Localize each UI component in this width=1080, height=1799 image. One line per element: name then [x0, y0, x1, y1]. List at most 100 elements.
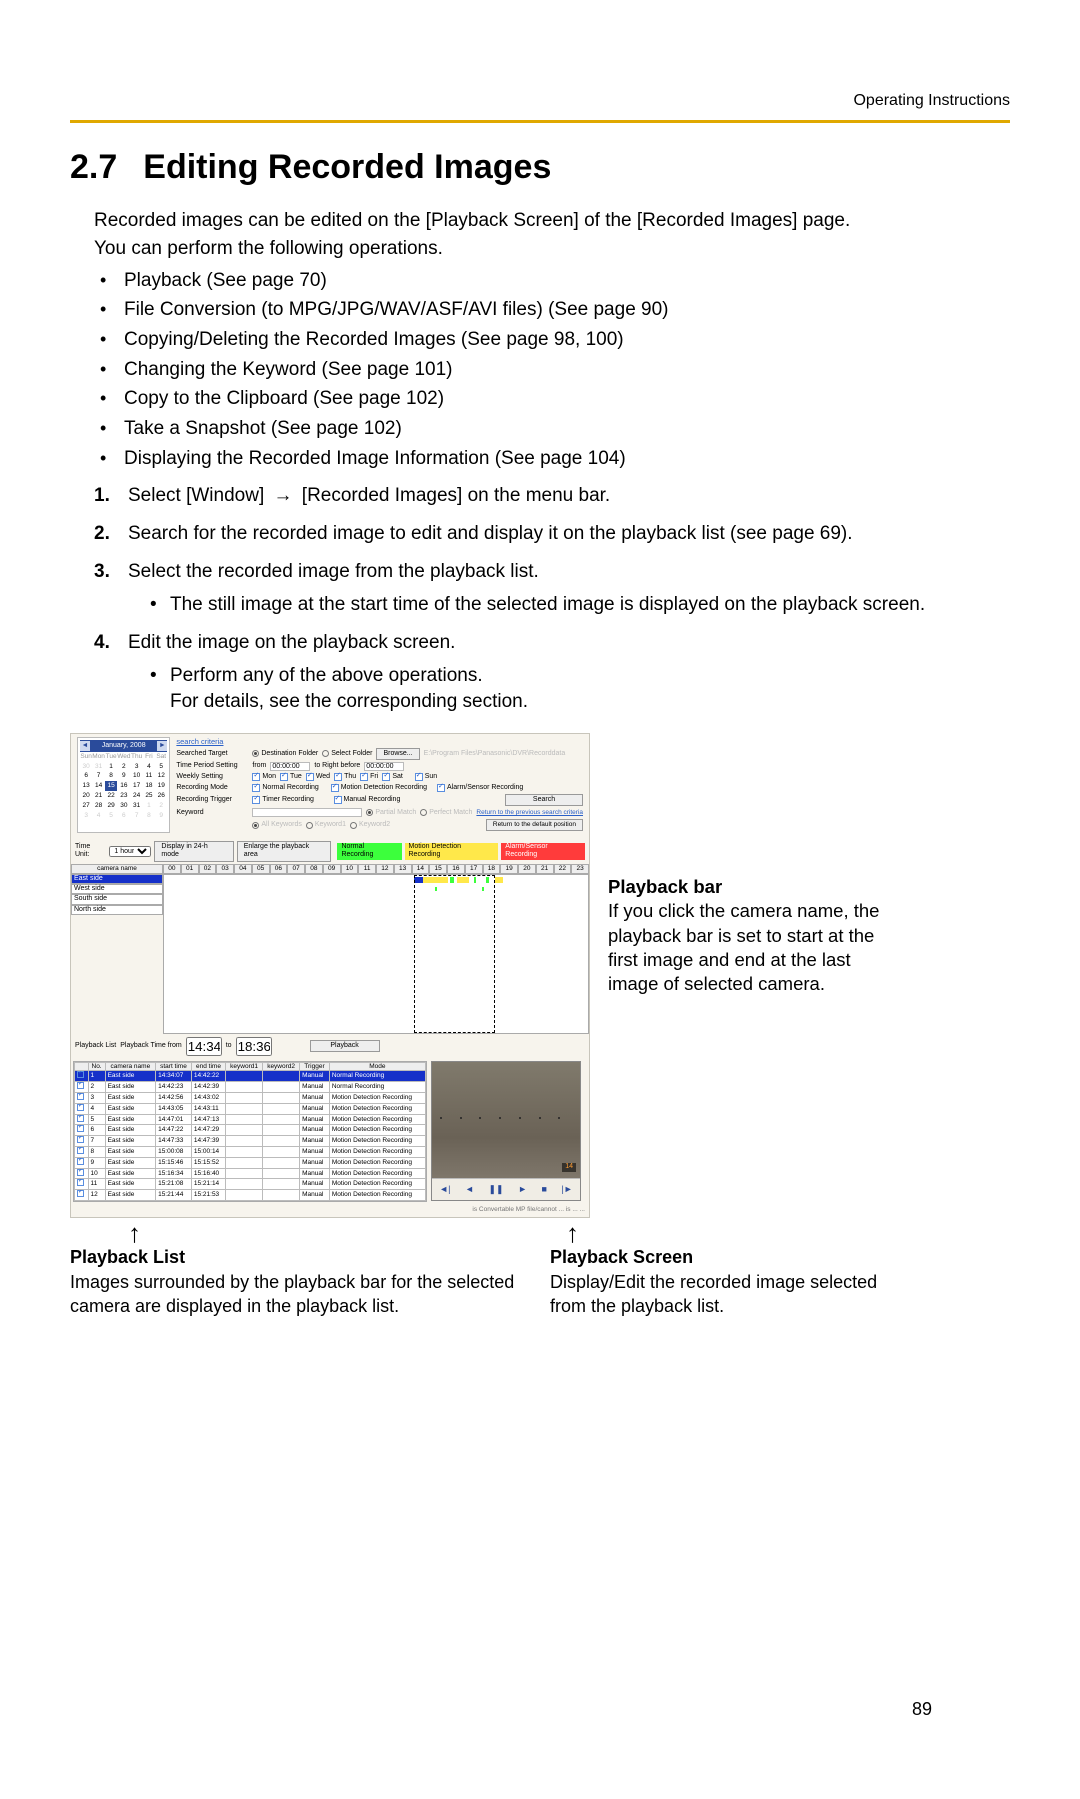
table-cell: 4: [88, 1103, 105, 1114]
hour-col: 13: [394, 864, 412, 874]
return-prev-link[interactable]: Return to the previous search criteria: [476, 809, 583, 817]
table-cell: Motion Detection Recording: [329, 1147, 425, 1158]
table-cell: [263, 1168, 300, 1179]
keyword1-radio[interactable]: Keyword1: [306, 821, 346, 829]
row-checkbox[interactable]: ✓: [75, 1071, 89, 1082]
browse-button[interactable]: Browse...: [376, 748, 419, 760]
enlarge-playback-button[interactable]: Enlarge the playback area: [237, 841, 332, 862]
day-wed-checkbox[interactable]: Wed: [306, 773, 330, 781]
partial-match-radio[interactable]: Partial Match: [366, 809, 416, 817]
motion-rec-checkbox[interactable]: Motion Detection Recording: [331, 784, 427, 792]
camera-item[interactable]: South side: [71, 894, 163, 904]
playback-button[interactable]: Playback: [310, 1040, 380, 1052]
normal-rec-checkbox[interactable]: Normal Recording: [252, 784, 318, 792]
time-from-input[interactable]: [270, 762, 310, 771]
row-checkbox[interactable]: ✓: [75, 1168, 89, 1179]
table-header[interactable]: [75, 1062, 89, 1071]
row-checkbox[interactable]: ✓: [75, 1125, 89, 1136]
select-folder-radio[interactable]: Select Folder: [322, 750, 372, 758]
manual-rec-checkbox[interactable]: Manual Recording: [334, 796, 401, 804]
play-icon[interactable]: ►: [518, 1184, 527, 1195]
table-cell: [263, 1125, 300, 1136]
table-row[interactable]: ✓11East side15:21:0815:21:14ManualMotion…: [75, 1179, 426, 1190]
table-row[interactable]: ✓1East side14:34:0714:42:22ManualNormal …: [75, 1071, 426, 1082]
pause-icon[interactable]: ❚❚: [488, 1184, 503, 1195]
prev-frame-icon[interactable]: ◄|: [439, 1184, 450, 1195]
table-row[interactable]: ✓9East side15:15:4615:15:52ManualMotion …: [75, 1157, 426, 1168]
hour-col: 20: [518, 864, 536, 874]
calendar-grid[interactable]: Sun Mon Tue Wed Thu Fri Sat 303112345 67…: [80, 752, 167, 821]
keyword2-radio[interactable]: Keyword2: [350, 821, 390, 829]
day-sun-checkbox[interactable]: Sun: [415, 773, 437, 781]
time-to-input[interactable]: [364, 762, 404, 771]
table-row[interactable]: ✓6East side14:47:2214:47:29ManualMotion …: [75, 1125, 426, 1136]
table-row[interactable]: ✓8East side15:00:0815:00:14ManualMotion …: [75, 1147, 426, 1158]
legend-alarm: Alarm/Sensor Recording: [501, 843, 585, 860]
timeline-panel[interactable]: camera name 0001020304050607080910111213…: [71, 864, 589, 1034]
perfect-match-radio[interactable]: Perfect Match: [420, 809, 472, 817]
table-header[interactable]: Trigger: [300, 1062, 330, 1071]
calendar-panel[interactable]: ◄ January, 2008 ► Sun Mon Tue Wed Thu Fr…: [77, 737, 170, 833]
playback-screen-thumbnail[interactable]: 14 ◄| ◄ ❚❚ ► ■ |►: [431, 1061, 581, 1201]
stop-icon[interactable]: ■: [542, 1184, 547, 1195]
timer-rec-checkbox[interactable]: Timer Recording: [252, 796, 313, 804]
display-24h-button[interactable]: Display in 24-h mode: [154, 841, 233, 862]
row-checkbox[interactable]: ✓: [75, 1147, 89, 1158]
hour-col: 00: [163, 864, 181, 874]
table-header[interactable]: end time: [191, 1062, 225, 1071]
dest-folder-radio[interactable]: Destination Folder: [252, 750, 318, 758]
legend-normal: Normal Recording: [337, 843, 401, 860]
row-checkbox[interactable]: ✓: [75, 1103, 89, 1114]
table-row[interactable]: ✓10East side15:16:3415:16:40ManualMotion…: [75, 1168, 426, 1179]
row-checkbox[interactable]: ✓: [75, 1157, 89, 1168]
table-cell: [226, 1147, 263, 1158]
table-row[interactable]: ✓7East side14:47:3314:47:39ManualMotion …: [75, 1136, 426, 1147]
playback-from-input[interactable]: [186, 1037, 222, 1056]
day-mon-checkbox[interactable]: Mon: [252, 773, 276, 781]
day-tue-checkbox[interactable]: Tue: [280, 773, 302, 781]
row-checkbox[interactable]: ✓: [75, 1082, 89, 1093]
playback-list-table[interactable]: No.camera namestart timeend timekeyword1…: [73, 1061, 427, 1202]
keyword-input[interactable]: [252, 808, 362, 817]
camera-item[interactable]: West side: [71, 884, 163, 894]
cal-next-icon[interactable]: ►: [157, 741, 167, 751]
table-row[interactable]: ✓3East side14:42:5614:43:02ManualMotion …: [75, 1093, 426, 1104]
table-row[interactable]: ✓5East side14:47:0114:47:13ManualMotion …: [75, 1114, 426, 1125]
camera-item[interactable]: East side: [71, 874, 163, 884]
cal-prev-icon[interactable]: ◄: [80, 741, 90, 751]
alarm-rec-checkbox[interactable]: Alarm/Sensor Recording: [437, 784, 523, 792]
all-keywords-radio[interactable]: All Keywords: [252, 821, 301, 829]
row-checkbox[interactable]: ✓: [75, 1114, 89, 1125]
table-cell: East side: [105, 1082, 155, 1093]
table-cell: [226, 1125, 263, 1136]
table-header[interactable]: No.: [88, 1062, 105, 1071]
table-row[interactable]: ✓4East side14:43:0514:43:11ManualMotion …: [75, 1103, 426, 1114]
thumb-player-controls[interactable]: ◄| ◄ ❚❚ ► ■ |►: [432, 1178, 580, 1200]
table-header[interactable]: start time: [156, 1062, 192, 1071]
day-fri-checkbox[interactable]: Fri: [360, 773, 378, 781]
table-cell: Motion Detection Recording: [329, 1125, 425, 1136]
day-thu-checkbox[interactable]: Thu: [334, 773, 356, 781]
table-header[interactable]: keyword2: [263, 1062, 300, 1071]
row-checkbox[interactable]: ✓: [75, 1190, 89, 1201]
next-frame-icon[interactable]: |►: [561, 1184, 572, 1195]
table-header[interactable]: keyword1: [226, 1062, 263, 1071]
camera-item[interactable]: North side: [71, 905, 163, 915]
time-unit-select[interactable]: 1 hour: [109, 846, 151, 857]
search-button[interactable]: Search: [505, 794, 583, 806]
day-sat-checkbox[interactable]: Sat: [382, 773, 403, 781]
camera-list[interactable]: East side West side South side North sid…: [71, 874, 163, 1034]
table-cell: Manual: [300, 1168, 330, 1179]
table-row[interactable]: ✓12East side15:21:4415:21:53ManualMotion…: [75, 1190, 426, 1201]
row-checkbox[interactable]: ✓: [75, 1093, 89, 1104]
row-checkbox[interactable]: ✓: [75, 1136, 89, 1147]
table-header[interactable]: Mode: [329, 1062, 425, 1071]
rewind-icon[interactable]: ◄: [465, 1184, 474, 1195]
playback-to-input[interactable]: [236, 1037, 272, 1056]
return-default-button[interactable]: Return to the default position: [486, 819, 583, 831]
timeline-tracks[interactable]: [163, 874, 589, 1034]
table-header[interactable]: camera name: [105, 1062, 155, 1071]
row-checkbox[interactable]: ✓: [75, 1179, 89, 1190]
step-text-post: [Recorded Images] on the menu bar.: [302, 485, 610, 506]
table-row[interactable]: ✓2East side14:42:2314:42:39ManualNormal …: [75, 1082, 426, 1093]
